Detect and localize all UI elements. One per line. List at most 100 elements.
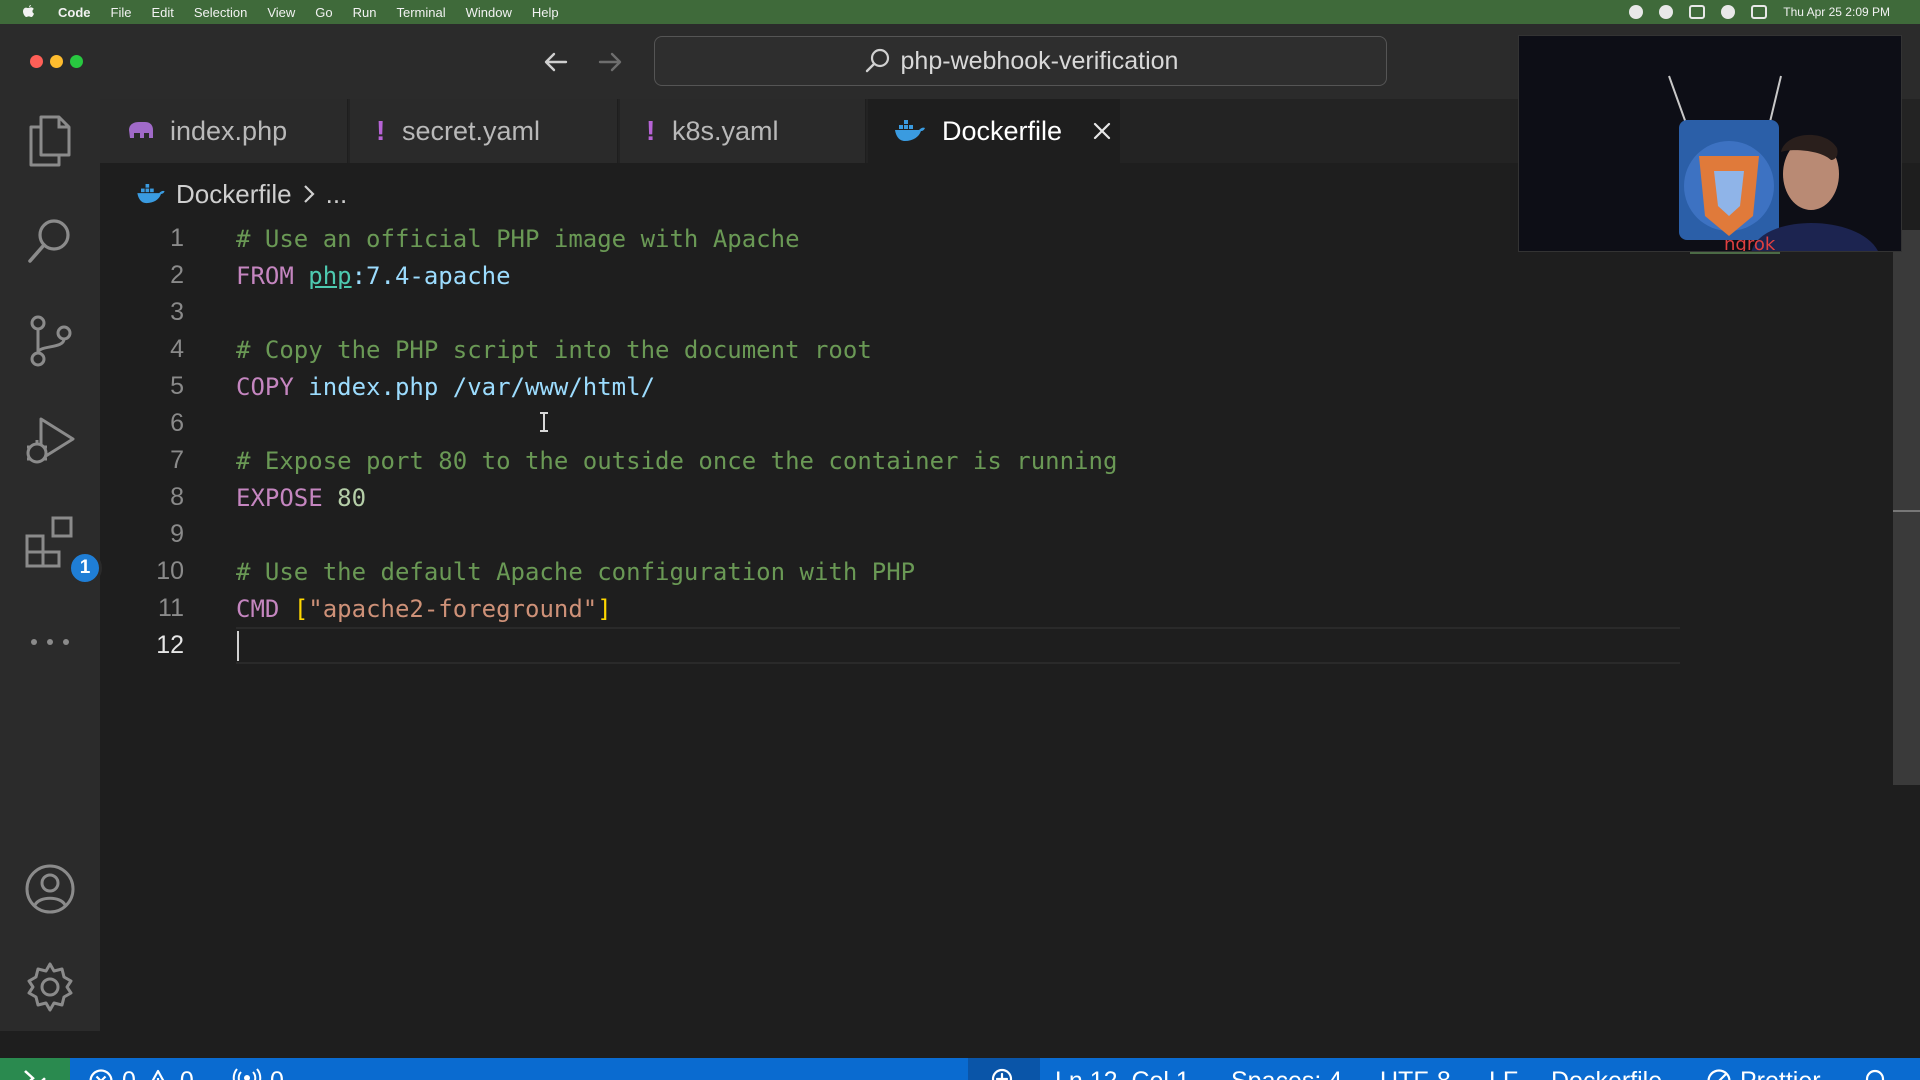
status-menu-icon[interactable] xyxy=(1751,5,1768,19)
code-line: 9 xyxy=(100,516,1680,553)
code-line: 11 CMD ["apache2-foreground"] xyxy=(100,590,1680,627)
code-keyword: FROM xyxy=(236,261,294,290)
menubar-clock[interactable]: Thu Apr 25 2:09 PM xyxy=(1783,5,1890,19)
zoom-button[interactable] xyxy=(968,1058,1040,1080)
text-cursor-icon xyxy=(540,412,548,432)
vertical-scrollbar[interactable] xyxy=(1893,230,1920,785)
code-keyword: COPY xyxy=(236,372,294,401)
zoom-window-button[interactable] xyxy=(70,55,83,68)
line-number: 5 xyxy=(170,372,184,400)
formatter-text: Prettier xyxy=(1740,1067,1821,1080)
code-line: 10 # Use the default Apache configuratio… xyxy=(100,553,1680,590)
scrollbar-thumb[interactable] xyxy=(1893,510,1920,512)
source-control-icon[interactable] xyxy=(20,311,80,371)
language-mode[interactable]: Dockerfile xyxy=(1551,1058,1662,1080)
command-center-search[interactable]: php-webhook-verification xyxy=(654,36,1387,86)
ports-indicator[interactable]: 0 xyxy=(232,1058,284,1080)
tab-k8s-yaml[interactable]: ! k8s.yaml xyxy=(620,99,866,163)
php-elephant-icon xyxy=(129,122,153,138)
error-count: 0 xyxy=(122,1067,136,1080)
webcam-overlay: ngrok xyxy=(1518,35,1902,252)
status-menu-icon[interactable] xyxy=(1689,5,1706,19)
extensions-badge: 1 xyxy=(68,551,102,585)
line-number: 10 xyxy=(156,557,184,585)
menu-run[interactable]: Run xyxy=(353,5,377,20)
line-number: 1 xyxy=(170,224,184,252)
code-line: 6 xyxy=(100,405,1680,442)
back-arrow-icon[interactable] xyxy=(540,46,572,78)
line-number: 12 xyxy=(156,631,184,659)
menu-window[interactable]: Window xyxy=(466,5,512,20)
eol-setting[interactable]: LF xyxy=(1489,1058,1518,1080)
code-line: 1 # Use an official PHP image with Apach… xyxy=(100,220,1680,257)
prettier-formatter[interactable]: Prettier xyxy=(1706,1058,1821,1080)
breadcrumb: Dockerfile ... xyxy=(136,174,347,214)
menu-app-name[interactable]: Code xyxy=(58,5,91,20)
code-string: "apache2-foreground" xyxy=(308,594,598,623)
tab-label: index.php xyxy=(170,115,288,146)
menu-help[interactable]: Help xyxy=(532,5,559,20)
code-tag: :7.4-apache xyxy=(351,261,511,290)
line-number: 9 xyxy=(170,520,184,548)
notifications-button[interactable] xyxy=(1862,1058,1888,1080)
accounts-icon[interactable] xyxy=(20,859,80,919)
forward-arrow-icon[interactable] xyxy=(594,46,626,78)
close-window-button[interactable] xyxy=(30,55,43,68)
settings-gear-icon[interactable] xyxy=(20,957,80,1017)
macos-menubar: Code File Edit Selection View Go Run Ter… xyxy=(0,0,1920,24)
warning-count: 0 xyxy=(180,1067,194,1080)
status-menu-icon[interactable] xyxy=(1721,5,1736,19)
search-icon xyxy=(865,48,889,73)
language-text: Dockerfile xyxy=(1551,1067,1662,1080)
menubar-status-area: Thu Apr 25 2:09 PM xyxy=(1629,0,1890,24)
code-image-link[interactable]: php xyxy=(308,262,351,290)
status-bar: 0 0 0 Ln 12, Col 1 Spaces: 4 UTF-8 LF Do… xyxy=(0,1058,1920,1080)
apple-logo-icon[interactable] xyxy=(20,4,36,20)
menu-go[interactable]: Go xyxy=(315,5,332,20)
code-text: CMD ["apache2-foreground"] xyxy=(236,595,612,623)
search-icon[interactable] xyxy=(20,211,80,271)
remote-indicator-button[interactable] xyxy=(0,1058,70,1080)
code-number: 80 xyxy=(337,483,367,512)
bell-icon xyxy=(1865,1069,1885,1080)
docker-whale-icon xyxy=(895,120,925,141)
zoom-in-icon xyxy=(991,1068,1013,1080)
yaml-bang-icon: ! xyxy=(376,115,386,146)
activity-bar: 1 xyxy=(0,99,102,1031)
problems-indicator[interactable]: 0 0 xyxy=(88,1058,194,1080)
menu-edit[interactable]: Edit xyxy=(151,5,173,20)
prohibited-circle-icon xyxy=(1707,1069,1731,1080)
text-caret xyxy=(237,631,239,661)
tab-dockerfile[interactable]: Dockerfile xyxy=(868,99,1120,163)
chevron-right-icon xyxy=(303,185,315,203)
breadcrumb-file[interactable]: Dockerfile xyxy=(176,179,292,210)
menu-terminal[interactable]: Terminal xyxy=(397,5,446,20)
breadcrumb-symbols[interactable]: ... xyxy=(326,179,348,210)
status-menu-icon[interactable] xyxy=(1629,5,1644,19)
presenter-video-icon: ngrok xyxy=(1519,36,1901,251)
tab-secret-yaml[interactable]: ! secret.yaml xyxy=(350,99,618,163)
extensions-icon[interactable]: 1 xyxy=(20,511,102,585)
line-number: 11 xyxy=(158,594,184,622)
code-line: 2 FROM php:7.4-apache xyxy=(100,257,1680,294)
indentation-setting[interactable]: Spaces: 4 xyxy=(1231,1058,1342,1080)
line-number: 8 xyxy=(170,483,184,511)
menu-file[interactable]: File xyxy=(111,5,132,20)
run-and-debug-icon[interactable] xyxy=(20,411,80,471)
encoding-setting[interactable]: UTF-8 xyxy=(1380,1058,1451,1080)
status-menu-icon[interactable] xyxy=(1659,5,1674,19)
code-line: 4 # Copy the PHP script into the documen… xyxy=(100,331,1680,368)
close-icon[interactable] xyxy=(1092,121,1112,141)
line-number: 2 xyxy=(170,261,184,289)
indentation-text: Spaces: 4 xyxy=(1231,1067,1342,1080)
minimize-window-button[interactable] xyxy=(50,55,63,68)
code-keyword: CMD xyxy=(236,594,280,623)
explorer-files-icon[interactable] xyxy=(20,111,80,171)
code-line: 7 # Expose port 80 to the outside once t… xyxy=(100,442,1680,479)
cursor-position[interactable]: Ln 12, Col 1 xyxy=(1055,1058,1190,1080)
more-actions-icon[interactable] xyxy=(20,612,80,672)
tab-index-php[interactable]: index.php xyxy=(100,99,348,163)
menu-selection[interactable]: Selection xyxy=(194,5,247,20)
menu-view[interactable]: View xyxy=(267,5,295,20)
code-editor[interactable]: 1 # Use an official PHP image with Apach… xyxy=(100,220,1680,840)
